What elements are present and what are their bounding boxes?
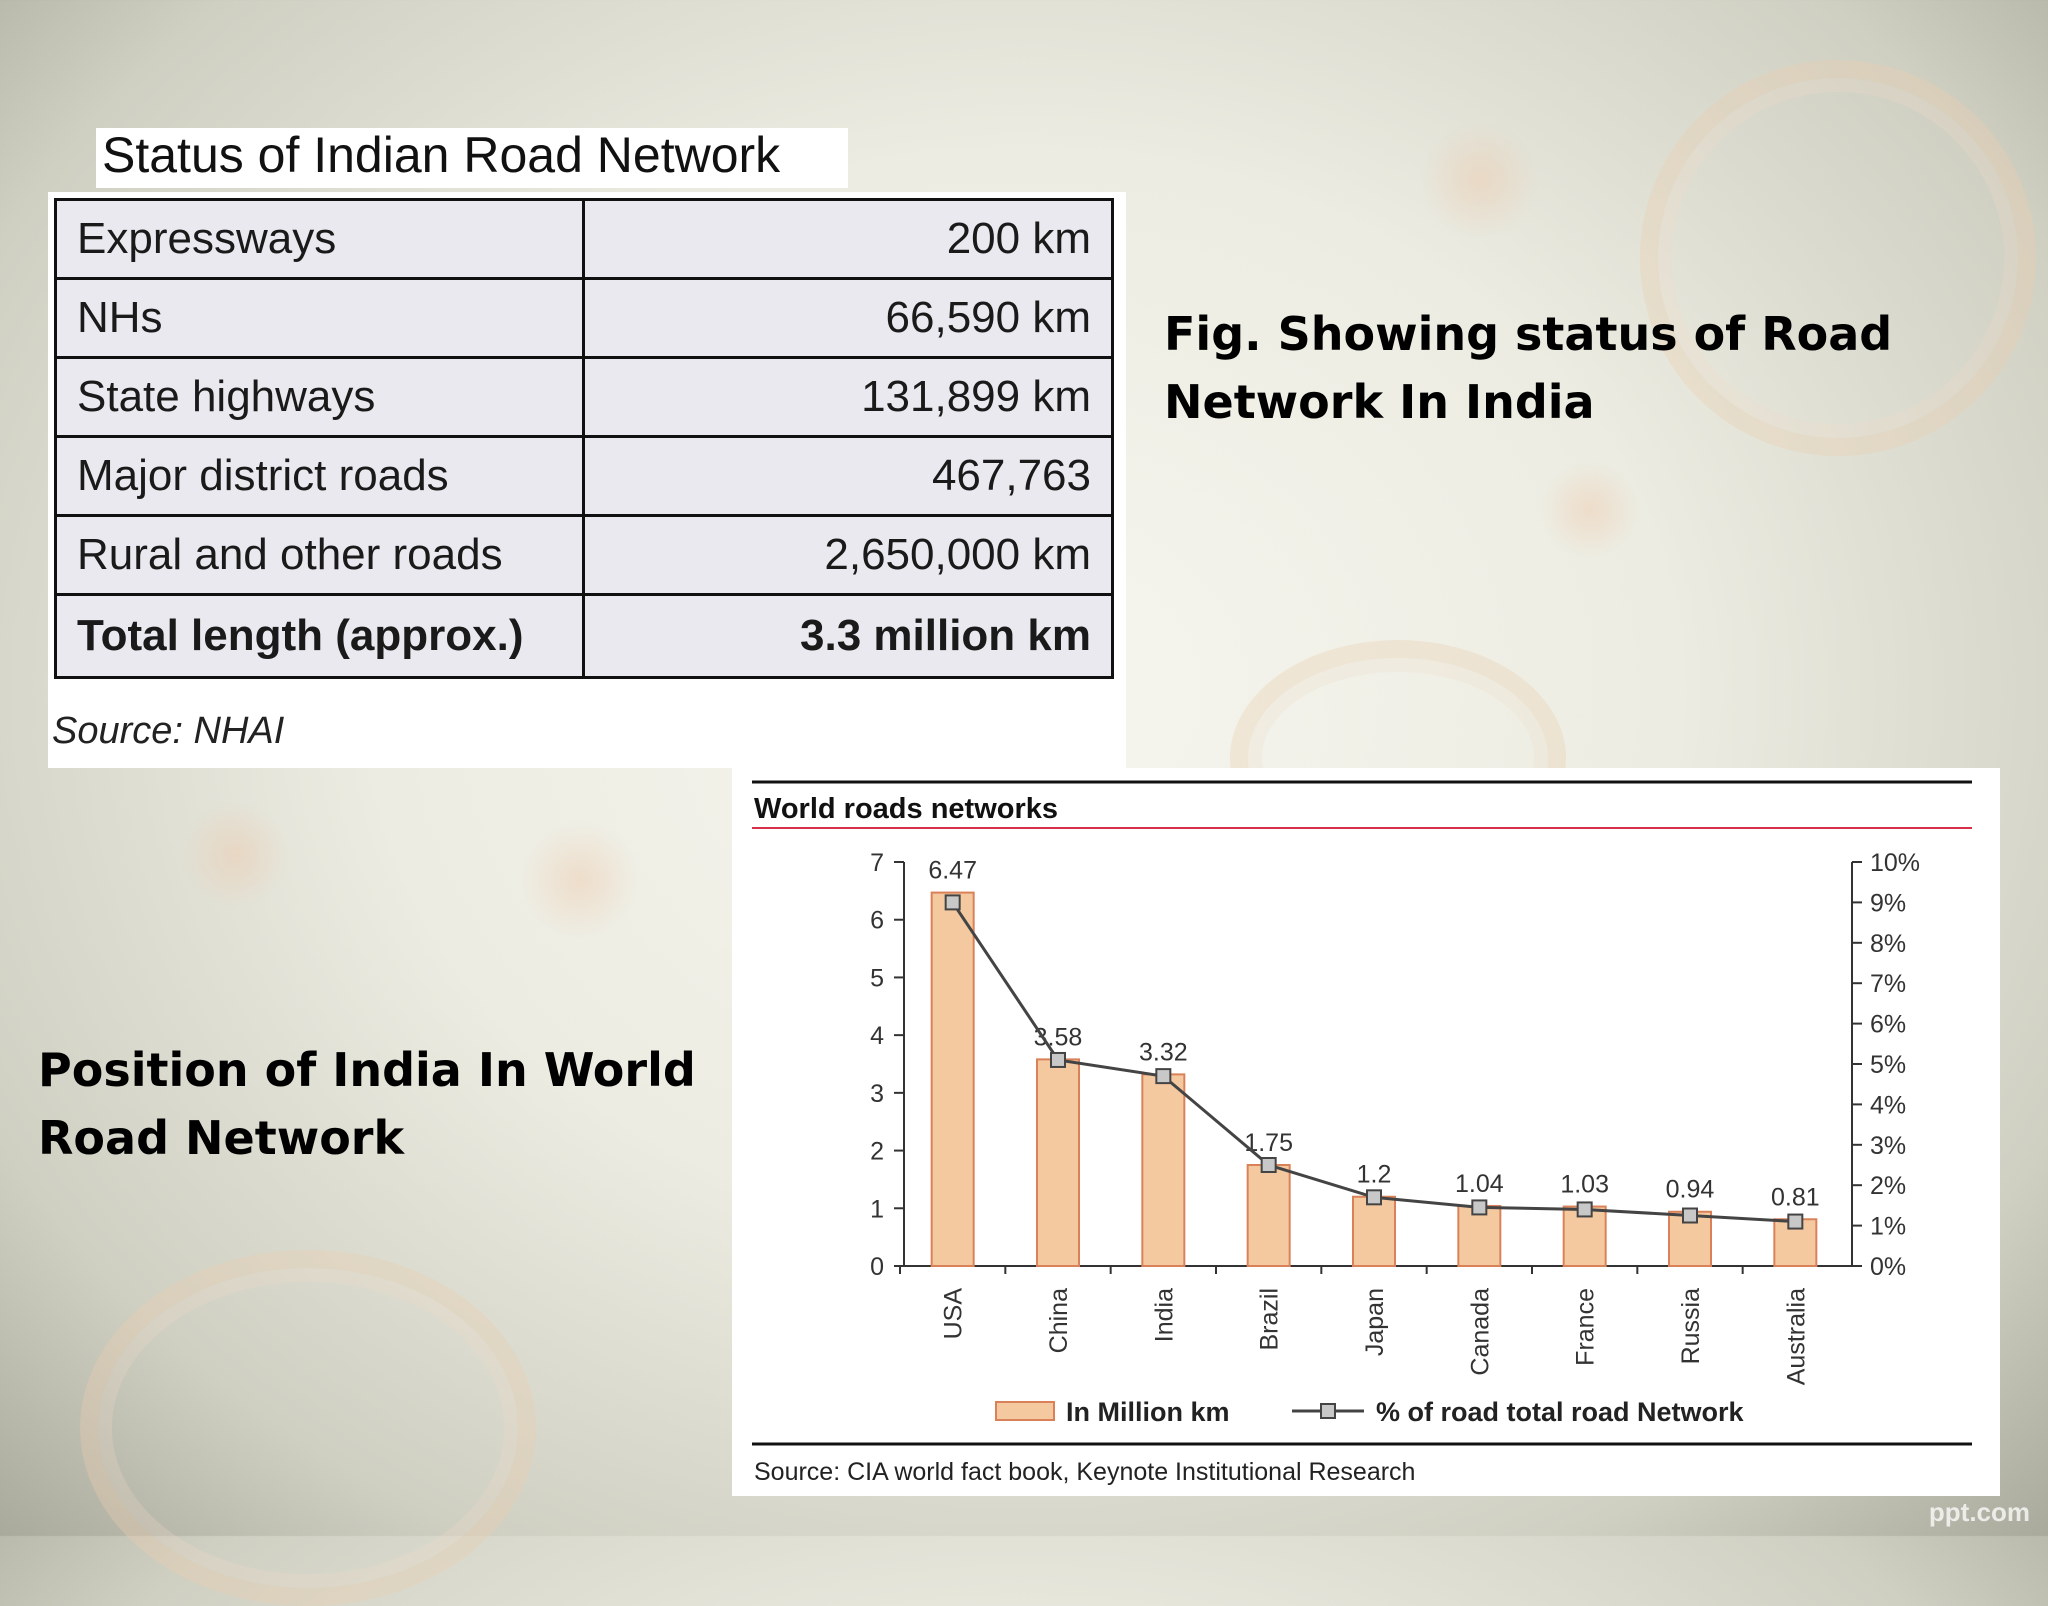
table-row: NHs 66,590 km — [54, 277, 1114, 359]
legend-bar-label: In Million km — [1066, 1397, 1230, 1427]
left-tick-label: 7 — [870, 849, 884, 877]
background-wheel-decoration — [80, 1250, 536, 1606]
line-marker — [944, 894, 961, 911]
table-row: Expressways 200 km — [54, 198, 1114, 280]
figure-caption: Fig. Showing status of Road Network In I… — [1164, 307, 1893, 429]
bar-data-label: 6.47 — [928, 857, 977, 885]
background-dot-decoration — [1540, 460, 1640, 560]
left-tick-label: 0 — [870, 1253, 884, 1281]
left-tick-label: 3 — [870, 1080, 884, 1108]
right-tick-label: 6% — [1870, 1011, 1906, 1039]
road-type-cell: Major district roads — [54, 435, 585, 517]
right-tick-label: 5% — [1870, 1051, 1906, 1079]
bar — [930, 891, 975, 1268]
right-tick-label: 3% — [1870, 1132, 1906, 1160]
bar-data-label: 3.58 — [1034, 1023, 1083, 1051]
road-table-title: Status of Indian Road Network — [102, 127, 781, 183]
category-label: China — [1045, 1288, 1073, 1353]
road-type-cell: State highways — [54, 356, 585, 438]
left-tick-label: 4 — [870, 1022, 884, 1050]
category-label: Brazil — [1256, 1288, 1284, 1351]
background-dot-decoration — [1420, 120, 1540, 240]
table-total-row: Total length (approx.) 3.3 million km — [54, 593, 1114, 679]
right-tick-label: 10% — [1870, 849, 1920, 877]
road-length-cell: 131,899 km — [582, 356, 1114, 438]
world-roads-chart: World roads networks 0 1 2 3 4 5 6 7 0% 1% 2% 3% 4% 5%… — [752, 780, 1972, 1486]
background-dot-decoration — [180, 800, 290, 910]
line-marker — [1260, 1157, 1277, 1173]
right-tick-label: 8% — [1870, 930, 1906, 958]
chart-source: Source: CIA world fact book, Keynote Ins… — [754, 1458, 1415, 1486]
right-tick-label: 9% — [1870, 889, 1906, 917]
legend-line-marker — [1320, 1403, 1336, 1419]
bar — [1036, 1058, 1080, 1267]
left-tick-label: 5 — [870, 964, 884, 992]
road-length-cell: 200 km — [582, 198, 1114, 280]
category-label: France — [1572, 1288, 1600, 1366]
line-marker — [1471, 1199, 1488, 1216]
bar-data-label: 1.2 — [1357, 1161, 1392, 1189]
chart-title: World roads networks — [754, 793, 1058, 825]
road-network-table: Expressways 200 km NHs 66,590 km State h… — [54, 198, 1114, 679]
right-tick-label: 7% — [1870, 970, 1906, 998]
legend-line-label: % of road total road Network — [1376, 1397, 1745, 1427]
total-label-cell: Total length (approx.) — [54, 593, 585, 679]
road-length-cell: 66,590 km — [582, 277, 1114, 359]
left-tick-label: 1 — [870, 1195, 884, 1223]
bar-data-label: 1.04 — [1455, 1170, 1504, 1198]
background-dot-decoration — [520, 820, 640, 940]
road-type-cell: Rural and other roads — [54, 514, 585, 596]
table-row: Major district roads 467,763 — [54, 435, 1114, 517]
right-tick-label: 2% — [1870, 1172, 1906, 1200]
right-tick-label: 4% — [1870, 1091, 1906, 1119]
table-row: Rural and other roads 2,650,000 km — [54, 514, 1114, 596]
line-marker — [1155, 1068, 1172, 1085]
right-tick-label: 0% — [1870, 1253, 1906, 1281]
bar-data-label: 0.94 — [1666, 1176, 1715, 1204]
category-label: Russia — [1677, 1288, 1705, 1365]
legend-bar-swatch — [995, 1401, 1055, 1421]
road-type-cell: Expressways — [54, 198, 585, 280]
line-marker — [1576, 1201, 1593, 1218]
bar — [1352, 1195, 1396, 1267]
bar-data-label: 1.03 — [1560, 1171, 1609, 1199]
world-roads-chart-panel: World roads networks 0 1 2 3 4 5 6 7 0% 1% 2% 3% 4% 5%… — [732, 768, 2000, 1496]
line-marker — [1050, 1051, 1066, 1068]
bar-data-label: 3.32 — [1139, 1038, 1188, 1066]
right-tick-label: 1% — [1870, 1213, 1906, 1241]
left-tick-label: 2 — [870, 1138, 884, 1166]
line-marker — [1366, 1189, 1382, 1206]
category-label: Canada — [1466, 1288, 1494, 1376]
table-row: State highways 131,899 km — [54, 356, 1114, 438]
line-marker — [1682, 1207, 1698, 1224]
bar-data-label: 1.75 — [1244, 1129, 1293, 1157]
bar — [1246, 1164, 1291, 1267]
category-label: Australia — [1782, 1288, 1810, 1385]
bar — [1141, 1073, 1186, 1268]
left-tick-label: 6 — [870, 907, 884, 935]
position-caption: Position of India In World Road Network — [38, 1043, 696, 1165]
category-label: Japan — [1361, 1288, 1389, 1356]
bar-data-label: 0.81 — [1771, 1183, 1820, 1211]
category-label: USA — [940, 1288, 968, 1340]
total-value-cell: 3.3 million km — [582, 593, 1114, 679]
category-label: India — [1150, 1288, 1178, 1342]
road-length-cell: 2,650,000 km — [582, 514, 1114, 596]
line-marker — [1787, 1213, 1804, 1230]
road-length-cell: 467,763 — [582, 435, 1114, 517]
road-type-cell: NHs — [54, 277, 585, 359]
road-table-source: Source: NHAI — [52, 710, 285, 752]
watermark: ppt.com — [1928, 1497, 2030, 1527]
